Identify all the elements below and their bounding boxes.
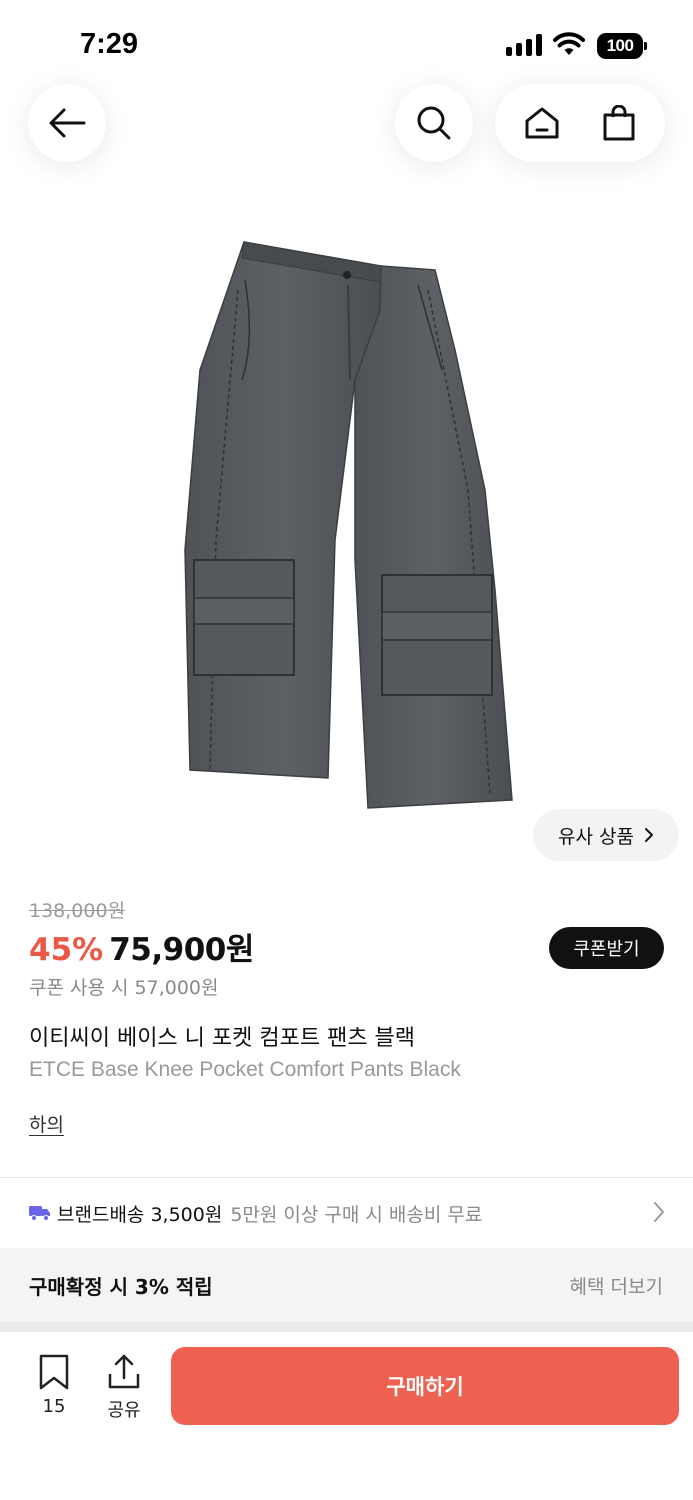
truck-icon bbox=[29, 1206, 50, 1221]
wifi-icon bbox=[553, 32, 585, 55]
back-button[interactable] bbox=[28, 84, 106, 162]
original-price: 138,000원 bbox=[29, 900, 126, 922]
product-title-en: ETCE Base Knee Pocket Comfort Pants Blac… bbox=[29, 1058, 461, 1081]
bookmark-count: 15 bbox=[42, 1396, 66, 1417]
reward-row: 구매확정 시 3% 적립 혜택 더보기 bbox=[0, 1248, 693, 1322]
shopping-bag-icon bbox=[603, 105, 634, 141]
arrow-left-icon bbox=[49, 108, 86, 138]
bottom-action-bar: 15 공유 구매하기 bbox=[0, 1332, 693, 1500]
status-time: 7:29 bbox=[80, 28, 139, 60]
coupon-price: 쿠폰 사용 시 57,000원 bbox=[29, 977, 219, 999]
home-cart-group bbox=[495, 84, 665, 162]
discount-rate: 45% bbox=[29, 932, 104, 968]
section-divider bbox=[0, 1322, 693, 1332]
chevron-right-icon bbox=[644, 828, 653, 842]
bookmark-button[interactable]: 15 bbox=[30, 1354, 78, 1424]
product-image[interactable] bbox=[150, 230, 550, 820]
chevron-right-icon bbox=[654, 1202, 664, 1222]
search-button[interactable] bbox=[395, 84, 473, 162]
category-link[interactable]: 하의 bbox=[29, 1110, 64, 1137]
home-button[interactable] bbox=[512, 93, 572, 153]
battery-level: 100 bbox=[597, 33, 643, 59]
similar-products-button[interactable]: 유사 상품 bbox=[533, 809, 679, 861]
price-row: 45% 75,900원 bbox=[29, 924, 254, 969]
reward-label: 구매확정 시 3% 적립 bbox=[29, 1274, 213, 1299]
sale-price: 75,900원 bbox=[109, 932, 254, 968]
get-coupon-button[interactable]: 쿠폰받기 bbox=[549, 927, 664, 969]
battery-icon: 100 bbox=[597, 33, 647, 59]
buy-button[interactable]: 구매하기 bbox=[171, 1347, 679, 1425]
shipping-label: 브랜드배송 3,500원 bbox=[57, 1203, 223, 1226]
bookmark-icon bbox=[39, 1354, 69, 1390]
share-button[interactable]: 공유 bbox=[100, 1354, 148, 1424]
similar-products-label: 유사 상품 bbox=[558, 825, 634, 848]
product-title-ko: 이티씨이 베이스 니 포켓 컴포트 팬츠 블랙 bbox=[29, 1026, 416, 1051]
benefits-more-link[interactable]: 혜택 더보기 bbox=[570, 1272, 663, 1299]
shipping-note: 5만원 이상 구매 시 배송비 무료 bbox=[230, 1203, 483, 1226]
signal-icon bbox=[506, 34, 542, 56]
home-icon bbox=[525, 107, 558, 139]
status-bar: 7:29 100 bbox=[0, 0, 693, 80]
search-icon bbox=[417, 106, 451, 140]
shipping-row[interactable]: 브랜드배송 3,500원 5만원 이상 구매 시 배송비 무료 bbox=[0, 1178, 693, 1248]
share-label: 공유 bbox=[107, 1400, 141, 1421]
cart-button[interactable] bbox=[589, 93, 649, 153]
share-icon bbox=[108, 1354, 140, 1389]
